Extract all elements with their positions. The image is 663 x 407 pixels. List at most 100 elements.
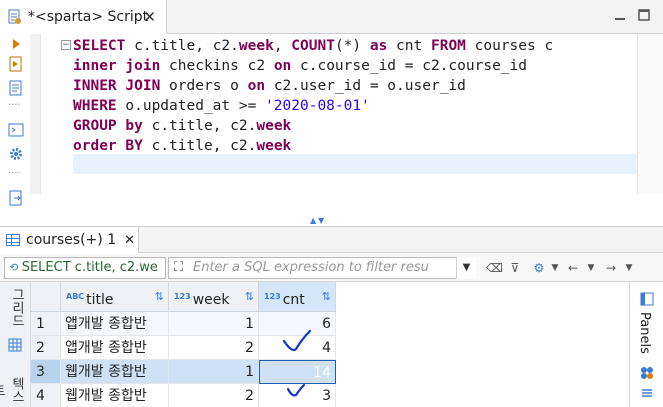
sql-text: c.title, c2.: [125, 38, 239, 54]
panels-strip: Panels: [629, 282, 663, 407]
tab-results[interactable]: courses(+) 1 ✕: [0, 227, 139, 253]
gear-icon[interactable]: [8, 146, 24, 162]
sql-keyword: FROM: [430, 38, 466, 54]
line-number-ruler: [30, 34, 40, 194]
code-line[interactable]: inner join checkins c2 on c.course_id = …: [73, 56, 553, 76]
code-area[interactable]: − SELECT c.title, c2.week, COUNT(*) as c…: [40, 34, 638, 194]
explain-plan-icon[interactable]: [8, 80, 24, 96]
sql-file-icon: [8, 9, 22, 25]
text-view-button[interactable]: 텍스트: [0, 372, 26, 407]
filter-settings-icon[interactable]: ⚙: [532, 261, 546, 275]
column-type-icon: ABC: [66, 292, 85, 301]
clear-filter-icon[interactable]: ⌫: [486, 261, 503, 275]
sort-icon[interactable]: ⇅: [245, 282, 254, 312]
back-arrow-icon[interactable]: ←: [566, 261, 580, 275]
script-tab[interactable]: *<sparta> Script ✕: [0, 0, 167, 34]
cell-title[interactable]: 앱개발 종합반: [61, 312, 169, 336]
column-header-label: cnt: [282, 292, 305, 308]
editor-scrollbar[interactable]: [637, 34, 663, 194]
sql-text: cnt: [387, 38, 431, 54]
query-text-field[interactable]: ⟲ SELECT c.title, c2.we: [4, 257, 166, 279]
sql-text: ,: [273, 38, 292, 54]
grouping-icon[interactable]: [640, 366, 654, 384]
sort-icon[interactable]: ⇅: [155, 282, 164, 312]
checkmark-annotation-icon: [282, 329, 312, 397]
cell-week[interactable]: 2: [169, 336, 259, 360]
chevron-down-icon[interactable]: ▼: [584, 261, 598, 275]
panel-toggle-icon[interactable]: [640, 292, 654, 310]
code-line[interactable]: WHERE o.updated_at >= '2020-08-01': [73, 96, 553, 116]
code-line[interactable]: GROUP by c.title, c2.week: [73, 116, 553, 136]
filter-history-icon: ⟲: [9, 261, 22, 274]
sql-keyword: SELECT: [73, 38, 126, 54]
column-header-title[interactable]: ABC title ⇅: [61, 282, 169, 312]
column-type-icon: 123: [174, 292, 191, 301]
filter-placeholder: Enter a SQL expression to filter resu: [193, 260, 429, 275]
sql-text: c.title, c2.: [142, 138, 257, 154]
filter-history-dropdown[interactable]: ▼: [456, 257, 476, 279]
sql-string: '2020-08-01': [265, 98, 370, 114]
row-number[interactable]: 3: [31, 360, 61, 384]
column-header-label: title: [86, 292, 114, 308]
maximize-icon[interactable]: [636, 7, 652, 23]
current-line-highlight: [73, 154, 638, 174]
sql-keyword: BY: [125, 138, 143, 154]
forward-arrow-icon[interactable]: →: [604, 261, 618, 275]
execute-icon[interactable]: [8, 36, 24, 52]
sql-keyword: week: [256, 138, 292, 154]
cell-week[interactable]: 2: [169, 384, 259, 407]
editor-tab-bar: *<sparta> Script ✕: [0, 0, 663, 34]
row-number[interactable]: 4: [31, 384, 61, 407]
sql-keyword: as: [369, 38, 388, 54]
code-line[interactable]: order BY c.title, c2.week: [73, 136, 553, 156]
panels-label[interactable]: Panels: [637, 312, 652, 354]
cell-week[interactable]: 1: [169, 360, 259, 384]
code-line[interactable]: INNER JOIN orders o on c2.user_id = o.us…: [73, 76, 553, 96]
sql-text: orders o: [160, 78, 248, 94]
close-icon[interactable]: ✕: [124, 233, 135, 248]
results-panel: courses(+) 1 ✕ ⟲ SELECT c.title, c2.we ⛶…: [0, 226, 663, 407]
console-icon[interactable]: [8, 122, 24, 138]
separator-dots-icon: ····: [8, 100, 21, 111]
sql-text: courses c: [465, 38, 554, 54]
script-tab-title: *<sparta> Script: [28, 9, 149, 25]
sql-text: (*): [334, 38, 370, 54]
sql-keyword: on: [247, 78, 266, 94]
cell-title[interactable]: 앱개발 종합반: [61, 336, 169, 360]
cell-title[interactable]: 웹개발 종합반: [61, 360, 169, 384]
export-icon[interactable]: [8, 190, 24, 206]
table-icon[interactable]: [4, 338, 26, 356]
column-header-week[interactable]: 123 week ⇅: [169, 282, 259, 312]
row-number[interactable]: 2: [31, 336, 61, 360]
minimize-icon[interactable]: [612, 7, 628, 23]
column-type-icon: 123: [264, 292, 281, 301]
sql-text: c.title, c2.: [142, 118, 257, 134]
cell-title[interactable]: 웹개발 종합반: [61, 384, 169, 407]
column-header-cnt[interactable]: 123 cnt ⇅: [259, 282, 336, 312]
expand-icon: ⛶: [174, 260, 184, 275]
table-icon: [6, 234, 20, 246]
results-tab-label: courses(+) 1: [26, 232, 117, 248]
query-text: SELECT c.title, c2.we: [21, 260, 158, 275]
row-number[interactable]: 1: [31, 312, 61, 336]
grid-corner[interactable]: [31, 282, 61, 312]
sql-keyword: COUNT: [291, 38, 335, 54]
separator-dots-icon: ····: [8, 168, 21, 179]
sort-icon[interactable]: ⇅: [322, 282, 331, 312]
grid-view-button[interactable]: 그리드: [4, 288, 26, 327]
sql-text: c2.user_id = o.user_id: [265, 78, 466, 94]
filter-icon[interactable]: ⊽: [508, 261, 522, 275]
properties-icon[interactable]: [640, 386, 654, 404]
chevron-down-icon[interactable]: ▼: [548, 261, 562, 275]
sql-code[interactable]: SELECT c.title, c2.week, COUNT(*) as cnt…: [73, 36, 553, 156]
sql-keyword: inner join: [73, 58, 161, 74]
close-icon[interactable]: ✕: [143, 8, 156, 26]
execute-script-icon[interactable]: [8, 56, 24, 72]
panel-resize-sash-icon[interactable]: ▲▼: [310, 216, 326, 225]
filter-expression-input[interactable]: ⛶ Enter a SQL expression to filter resu: [168, 257, 476, 279]
fold-collapse-icon[interactable]: −: [61, 40, 71, 50]
cell-week[interactable]: 1: [169, 312, 259, 336]
code-line[interactable]: SELECT c.title, c2.week, COUNT(*) as cnt…: [73, 36, 553, 56]
sql-keyword: week: [238, 38, 274, 54]
chevron-down-icon[interactable]: ▼: [622, 261, 636, 275]
